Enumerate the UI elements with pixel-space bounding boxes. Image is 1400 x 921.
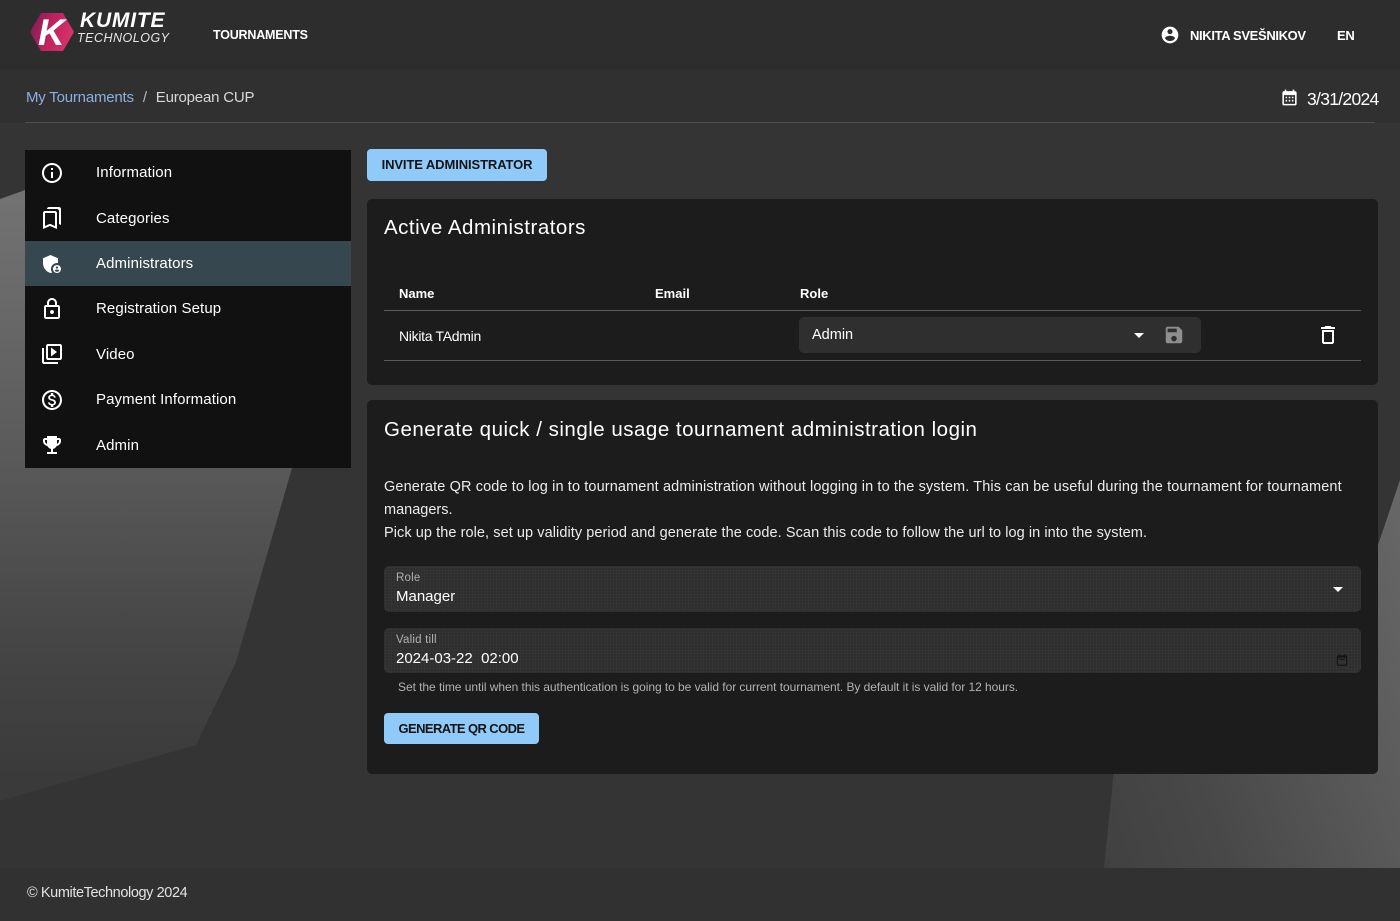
svg-text:K: K <box>38 12 67 53</box>
